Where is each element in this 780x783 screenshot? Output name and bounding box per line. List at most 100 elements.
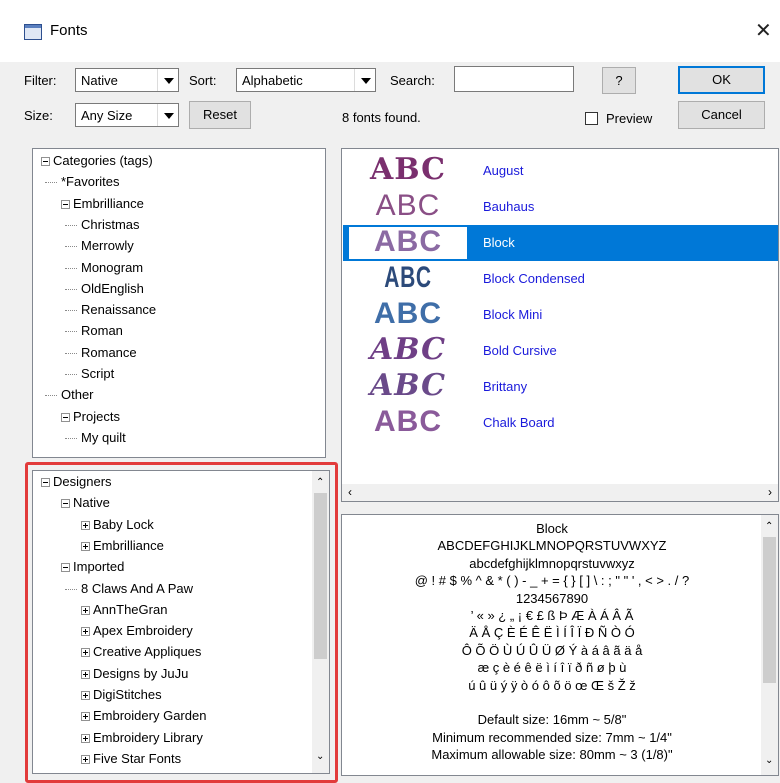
font-name[interactable]: Block Condensed — [483, 271, 585, 286]
close-icon[interactable]: ✕ — [755, 18, 772, 43]
tree-item-label[interactable]: Creative Appliques — [93, 644, 201, 659]
scroll-thumb[interactable] — [314, 493, 327, 659]
tree-item-label[interactable]: Renaissance — [81, 302, 156, 317]
tree-item-label[interactable]: AnnTheGran — [93, 602, 167, 617]
sort-select[interactable]: Alphabetic — [236, 68, 376, 92]
designers-tree[interactable]: ⌃ ⌄ Designers Native Baby Lock Embrilliance… — [32, 470, 330, 774]
chevron-down-icon[interactable] — [157, 104, 178, 126]
sort-label: Sort: — [189, 73, 217, 88]
expand-icon[interactable] — [81, 648, 90, 658]
collapse-icon[interactable] — [41, 157, 50, 166]
tree-item-label[interactable]: Merrowly — [81, 238, 134, 253]
font-list-item[interactable]: ABC Block Mini — [343, 297, 778, 333]
chevron-up-icon[interactable]: ⌃ — [316, 477, 324, 488]
font-list-item[interactable]: ABC Bold Cursive — [343, 333, 778, 369]
tree-item-label[interactable]: Imported — [73, 559, 124, 574]
collapse-icon[interactable] — [61, 199, 70, 209]
font-name[interactable]: Bauhaus — [483, 199, 534, 214]
expand-icon[interactable] — [81, 712, 90, 722]
cancel-button[interactable]: Cancel — [678, 101, 765, 129]
expand-icon[interactable] — [81, 627, 90, 637]
chevron-down-icon[interactable] — [354, 69, 375, 91]
font-list-item[interactable]: ABC Block — [343, 225, 778, 261]
font-name[interactable]: Brittany — [483, 379, 527, 394]
tree-item-label[interactable]: Embrilliance — [73, 196, 144, 211]
font-list-hscrollbar[interactable]: ‹ › — [342, 484, 778, 501]
tree-item-label[interactable]: Embroidery Library — [93, 730, 203, 745]
preview-line: @ ! # $ % ^ & * ( ) - _ + = { } [ ] \ : … — [414, 573, 690, 589]
font-sample-image: ABC — [349, 368, 467, 403]
tree-item-label[interactable]: Baby Lock — [93, 517, 154, 532]
font-list-item[interactable]: ABC Bauhaus — [343, 189, 778, 225]
expand-icon[interactable] — [81, 541, 90, 551]
scroll-thumb[interactable] — [763, 537, 776, 683]
search-input[interactable] — [454, 66, 574, 92]
preview-line: Block — [536, 521, 568, 536]
preview-line: ’ « » ¿ „ ¡ € £ ß Þ Æ À Á Â Ã — [470, 608, 634, 623]
size-value: Any Size — [81, 108, 133, 123]
font-list-item[interactable]: ABC Chalk Board — [343, 405, 778, 441]
tree-item-label[interactable]: Script — [81, 366, 114, 381]
font-name[interactable]: Block — [483, 235, 515, 250]
font-sample-image: ABC — [349, 297, 467, 331]
reset-button[interactable]: Reset — [189, 101, 251, 129]
chevron-down-icon[interactable]: ⌄ — [765, 755, 773, 766]
tree-connector — [65, 224, 77, 226]
designers-scrollbar[interactable]: ⌃ ⌄ — [312, 471, 329, 773]
tree-item-label[interactable]: Embroidery Garden — [93, 708, 206, 723]
help-button[interactable]: ? — [602, 67, 636, 94]
font-name[interactable]: Block Mini — [483, 307, 542, 322]
tree-item-label[interactable]: Roman — [81, 323, 123, 338]
window-icon — [24, 24, 42, 40]
expand-icon[interactable] — [81, 691, 90, 700]
chevron-down-icon[interactable] — [157, 69, 178, 91]
tree-item-label[interactable]: Apex Embroidery — [93, 623, 193, 638]
tree-item-label[interactable]: DigiStitches — [93, 687, 162, 702]
tree-item-label[interactable]: Categories (tags) — [53, 153, 153, 168]
tree-item-label[interactable]: Embrilliance — [93, 538, 164, 553]
filter-value: Native — [81, 73, 118, 88]
expand-icon[interactable] — [81, 754, 90, 764]
tree-item-label[interactable]: My quilt — [81, 430, 126, 445]
tree-item-label[interactable]: Projects — [73, 409, 120, 424]
tree-item-label[interactable]: 8 Claws And A Paw — [81, 581, 193, 596]
tree-item-label[interactable]: Native — [73, 495, 110, 510]
font-sample-text: ABC — [369, 368, 447, 403]
expand-icon[interactable] — [81, 733, 90, 743]
preview-scrollbar[interactable]: ⌃ ⌄ — [761, 515, 778, 775]
categories-tree[interactable]: Categories (tags) *Favorites Embrilliance C… — [32, 148, 326, 458]
preview-checkbox[interactable] — [585, 112, 598, 125]
tree-item-label[interactable]: Other — [61, 387, 94, 402]
font-list-item[interactable]: ABC Brittany — [343, 368, 778, 405]
chevron-up-icon[interactable]: ⌃ — [765, 521, 773, 532]
tree-item-label[interactable]: Monogram — [81, 260, 143, 275]
collapse-icon[interactable] — [61, 563, 70, 573]
font-name[interactable]: Chalk Board — [483, 415, 555, 430]
tree-item-label[interactable]: Romance — [81, 345, 137, 360]
collapse-icon[interactable] — [41, 478, 50, 487]
chevron-right-icon[interactable]: › — [768, 485, 772, 499]
font-name[interactable]: Bold Cursive — [483, 343, 557, 358]
tree-item-label[interactable]: Designers — [53, 474, 112, 489]
tree-item-label[interactable]: *Favorites — [61, 174, 120, 189]
font-list-item[interactable]: ABC Block Condensed — [343, 261, 778, 297]
size-select[interactable]: Any Size — [75, 103, 179, 127]
chevron-left-icon[interactable]: ‹ — [348, 485, 352, 499]
expand-icon[interactable] — [81, 520, 90, 530]
collapse-icon[interactable] — [61, 499, 70, 509]
chevron-down-icon[interactable]: ⌄ — [316, 751, 324, 762]
ok-button[interactable]: OK — [678, 66, 765, 94]
expand-icon[interactable] — [81, 669, 90, 679]
tree-item-label[interactable]: Designs by JuJu — [93, 666, 188, 681]
preview-line: 1234567890 — [515, 590, 589, 606]
tree-item-label[interactable]: Christmas — [81, 217, 140, 232]
font-name[interactable]: August — [483, 163, 523, 178]
font-list-item[interactable]: ABC August — [343, 153, 778, 189]
preview-line: Minimum recommended size: 7mm ~ 1/4" — [432, 729, 672, 745]
font-list[interactable]: ‹ › ABC August ABC Bauhaus ABC Block ABC Block … — [341, 148, 779, 502]
collapse-icon[interactable] — [61, 412, 70, 422]
tree-item-label[interactable]: OldEnglish — [81, 281, 144, 296]
filter-select[interactable]: Native — [75, 68, 179, 92]
tree-item-label[interactable]: Five Star Fonts — [93, 751, 181, 766]
expand-icon[interactable] — [81, 605, 90, 615]
